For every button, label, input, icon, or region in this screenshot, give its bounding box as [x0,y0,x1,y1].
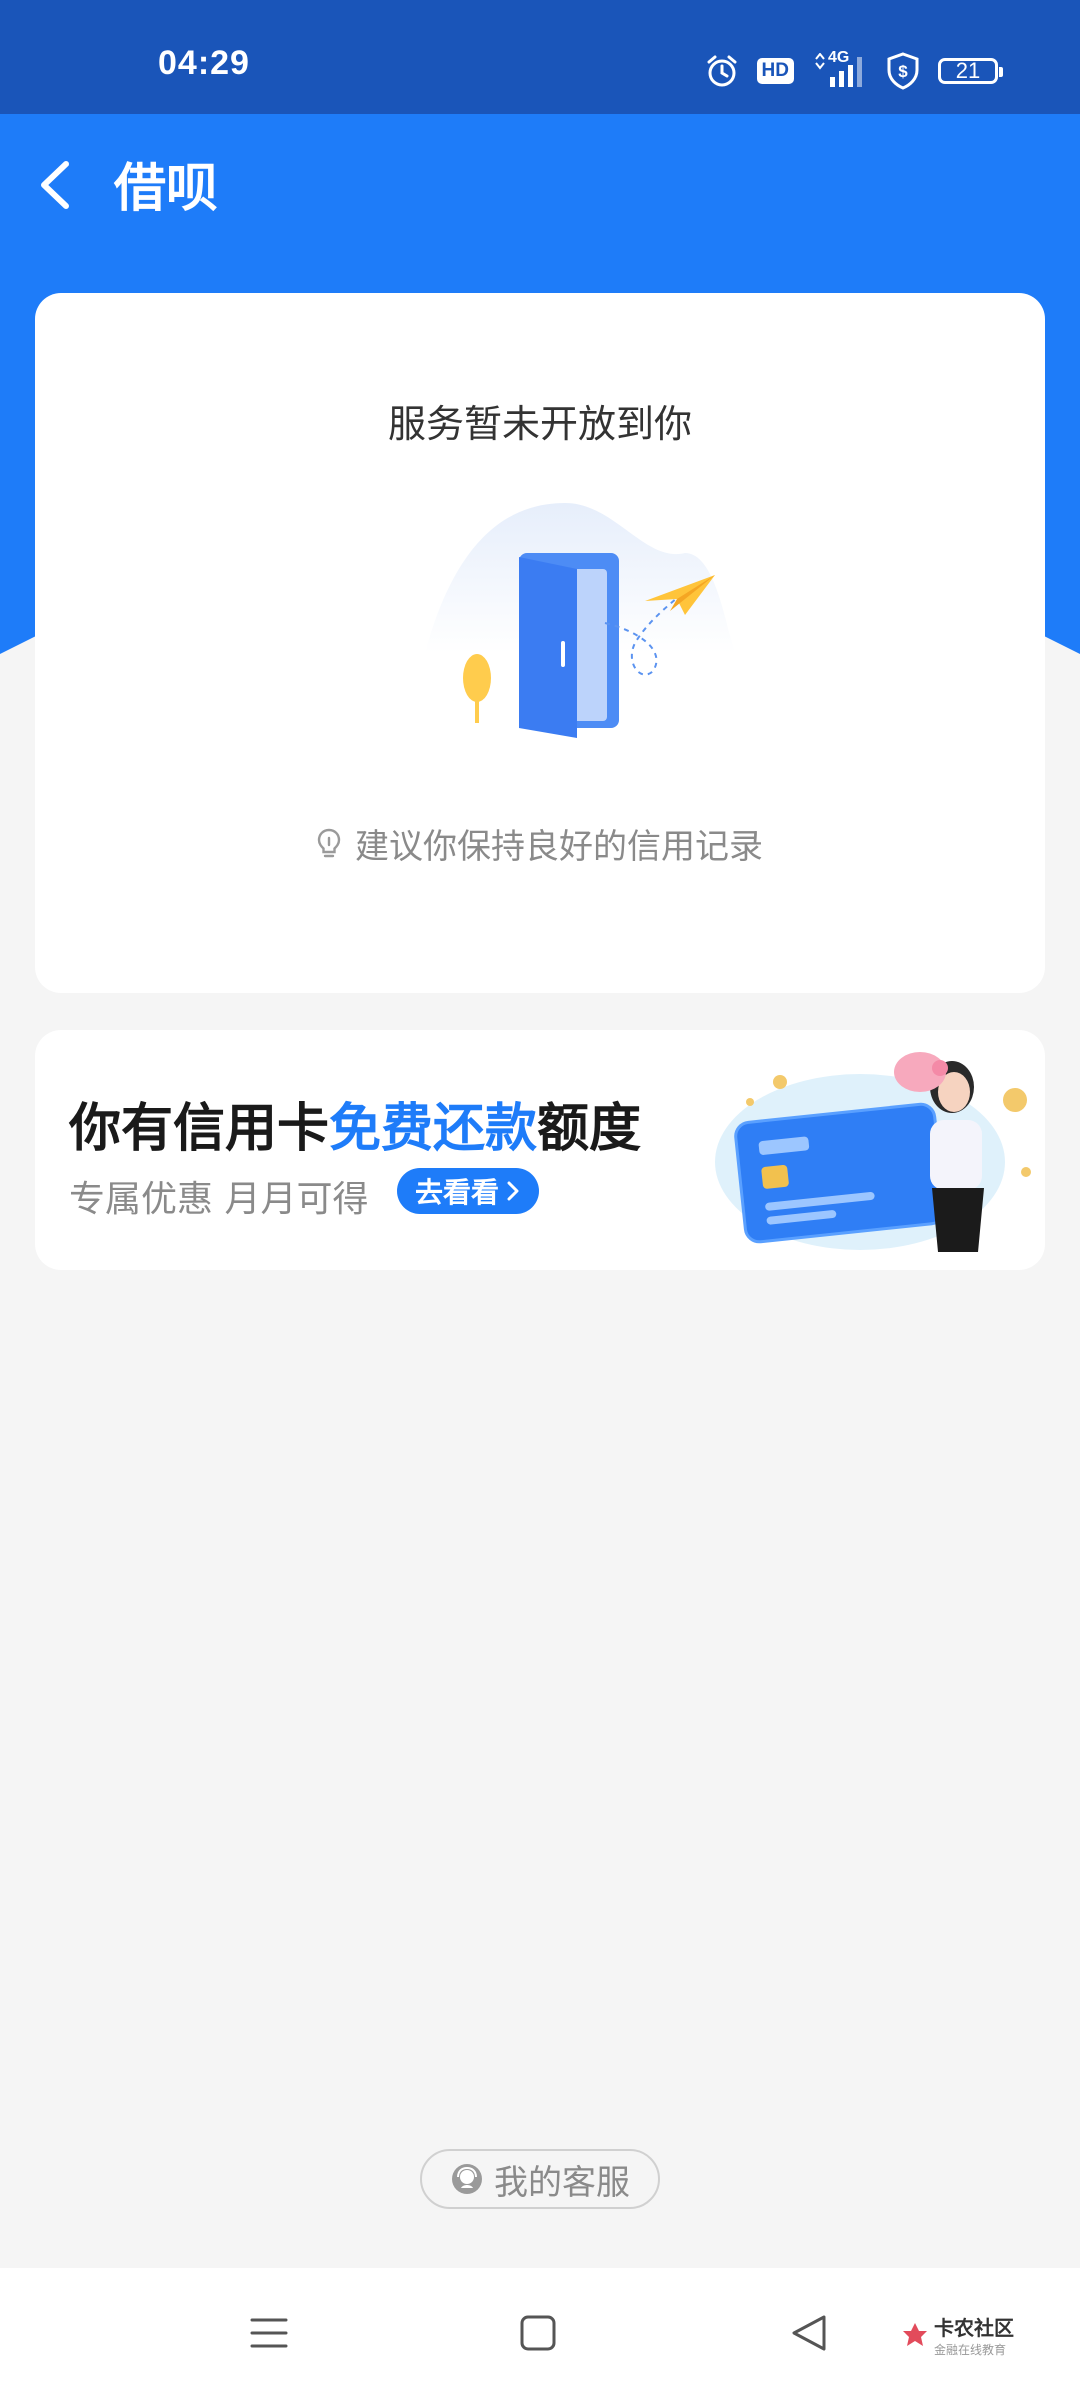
status-card: 服务暂未开放到你 建议你保持良好的信用记录 [35,293,1045,993]
battery-icon: 21 [938,58,1003,84]
promo-button-label: 去看看 [415,1176,500,1209]
watermark-main: 卡农社区 [934,2316,1014,2340]
signal-icon: 4G [812,49,868,89]
menu-icon[interactable] [248,2312,290,2354]
promo-title-suffix: 额度 [537,1099,642,1159]
credit-card-illustration [715,1052,1031,1252]
promo-button[interactable]: 去看看 [397,1168,540,1214]
battery-level: 21 [955,58,981,83]
promo-title-prefix: 你有信用卡 [69,1099,330,1159]
status-bar: 04:29 HD 4G $ 21 [0,0,1080,114]
hint-text: 建议你保持良好的信用记录 [355,827,763,867]
promo-title-highlight: 免费还款 [329,1099,538,1159]
watermark-sub: 金融在线教育 [934,2343,1007,2357]
alarm-icon [707,55,737,87]
customer-service-button[interactable]: 我的客服 [420,2149,660,2209]
kanong-logo-icon [903,2323,927,2346]
promo-subtitle: 专属优惠 月月可得 [69,1179,369,1220]
promo-title: 你有信用卡免费还款额度 [69,1086,641,1161]
door-illustration [425,503,735,738]
service-unavailable-title: 服务暂未开放到你 [387,402,692,446]
page-title: 借呗 [114,159,219,219]
hd-icon: HD [756,58,794,84]
back-triangle-icon[interactable] [788,2312,830,2354]
watermark: 卡农社区 金融在线教育 [900,2312,1014,2358]
promo-banner[interactable]: 你有信用卡免费还款额度 专属优惠 月月可得 去看看 [35,1030,1045,1270]
svg-text:$: $ [898,62,908,81]
shield-dollar-icon: $ [887,52,919,90]
home-square-icon[interactable] [518,2312,558,2354]
chevron-right-icon [507,1181,519,1201]
customer-service-label: 我的客服 [494,2162,630,2203]
headset-avatar-icon [452,2164,482,2194]
status-time: 04:29 [158,44,250,82]
watermark-text: 卡农社区 金融在线教育 [934,2312,1014,2358]
hint-row: 建议你保持良好的信用记录 [35,819,1045,868]
lightbulb-icon [317,828,341,857]
chevron-left-icon[interactable] [30,150,86,220]
status-icons: HD 4G $ 21 [705,46,1003,96]
